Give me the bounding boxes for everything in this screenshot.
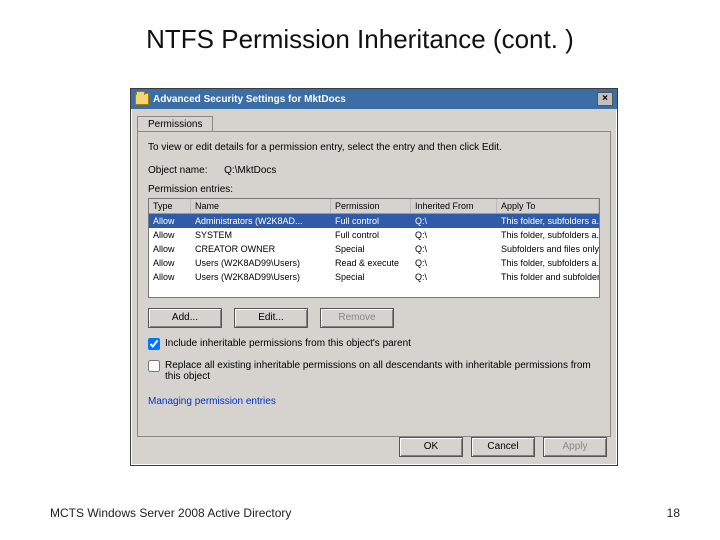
slide-number: 18	[667, 506, 680, 520]
listview-header: Type Name Permission Inherited From Appl…	[149, 199, 599, 214]
ok-button[interactable]: OK	[399, 437, 463, 457]
cell-apply: This folder, subfolders a...	[497, 215, 599, 227]
permission-listview[interactable]: Type Name Permission Inherited From Appl…	[148, 198, 600, 298]
col-inherited-from[interactable]: Inherited From	[411, 199, 497, 213]
object-name-label: Object name:	[148, 165, 207, 176]
remove-button[interactable]: Remove	[320, 308, 394, 328]
tab-panel: To view or edit details for a permission…	[137, 131, 611, 437]
cell-type: Allow	[149, 271, 191, 283]
cancel-button[interactable]: Cancel	[471, 437, 535, 457]
include-inheritable-label: Include inheritable permissions from thi…	[165, 338, 411, 349]
apply-button[interactable]: Apply	[543, 437, 607, 457]
cell-inh: Q:\	[411, 271, 497, 283]
replace-inheritable-checkbox[interactable]	[148, 360, 160, 372]
entry-buttons: Add... Edit... Remove	[148, 308, 600, 328]
dialog-buttons: OK Cancel Apply	[399, 437, 607, 457]
window-title: Advanced Security Settings for MktDocs	[153, 94, 597, 105]
permission-entries-label: Permission entries:	[148, 184, 600, 195]
replace-inheritable-label: Replace all existing inheritable permiss…	[165, 360, 600, 382]
cell-type: Allow	[149, 243, 191, 255]
instruction-text: To view or edit details for a permission…	[148, 142, 600, 153]
titlebar: Advanced Security Settings for MktDocs ×	[131, 89, 617, 109]
cell-name: Administrators (W2K8AD...	[191, 215, 331, 227]
replace-inheritable-check[interactable]: Replace all existing inheritable permiss…	[148, 360, 600, 382]
cell-type: Allow	[149, 215, 191, 227]
add-button[interactable]: Add...	[148, 308, 222, 328]
col-name[interactable]: Name	[191, 199, 331, 213]
tab-permissions[interactable]: Permissions	[137, 116, 213, 132]
object-name-value: Q:\MktDocs	[224, 165, 276, 176]
object-name-row: Object name: Q:\MktDocs	[148, 165, 600, 176]
cell-inh: Q:\	[411, 215, 497, 227]
col-permission[interactable]: Permission	[331, 199, 411, 213]
table-row[interactable]: AllowCREATOR OWNERSpecialQ:\Subfolders a…	[149, 242, 599, 256]
cell-name: Users (W2K8AD99\Users)	[191, 271, 331, 283]
cell-name: CREATOR OWNER	[191, 243, 331, 255]
cell-apply: This folder, subfolders a...	[497, 257, 599, 269]
dialog-advanced-security: Advanced Security Settings for MktDocs ×…	[130, 88, 618, 466]
slide-title: NTFS Permission Inheritance (cont. )	[0, 0, 720, 55]
cell-name: SYSTEM	[191, 229, 331, 241]
cell-apply: This folder and subfolders	[497, 271, 599, 283]
cell-perm: Full control	[331, 229, 411, 241]
cell-perm: Read & execute	[331, 257, 411, 269]
col-type[interactable]: Type	[149, 199, 191, 213]
tab-row: Permissions	[137, 115, 611, 131]
cell-perm: Special	[331, 243, 411, 255]
cell-name: Users (W2K8AD99\Users)	[191, 257, 331, 269]
cell-perm: Full control	[331, 215, 411, 227]
cell-inh: Q:\	[411, 243, 497, 255]
cell-type: Allow	[149, 257, 191, 269]
table-row[interactable]: AllowSYSTEMFull controlQ:\This folder, s…	[149, 228, 599, 242]
edit-button[interactable]: Edit...	[234, 308, 308, 328]
include-inheritable-checkbox[interactable]	[148, 338, 160, 350]
managing-permission-link[interactable]: Managing permission entries	[148, 396, 276, 407]
cell-perm: Special	[331, 271, 411, 283]
include-inheritable-check[interactable]: Include inheritable permissions from thi…	[148, 338, 600, 350]
folder-icon	[135, 93, 149, 105]
footer-left: MCTS Windows Server 2008 Active Director…	[50, 506, 291, 520]
cell-apply: Subfolders and files only	[497, 243, 599, 255]
table-row[interactable]: AllowUsers (W2K8AD99\Users)SpecialQ:\Thi…	[149, 270, 599, 284]
cell-apply: This folder, subfolders a...	[497, 229, 599, 241]
table-row[interactable]: AllowAdministrators (W2K8AD...Full contr…	[149, 214, 599, 228]
col-apply-to[interactable]: Apply To	[497, 199, 599, 213]
close-icon[interactable]: ×	[597, 92, 613, 106]
cell-inh: Q:\	[411, 257, 497, 269]
cell-inh: Q:\	[411, 229, 497, 241]
table-row[interactable]: AllowUsers (W2K8AD99\Users)Read & execut…	[149, 256, 599, 270]
cell-type: Allow	[149, 229, 191, 241]
